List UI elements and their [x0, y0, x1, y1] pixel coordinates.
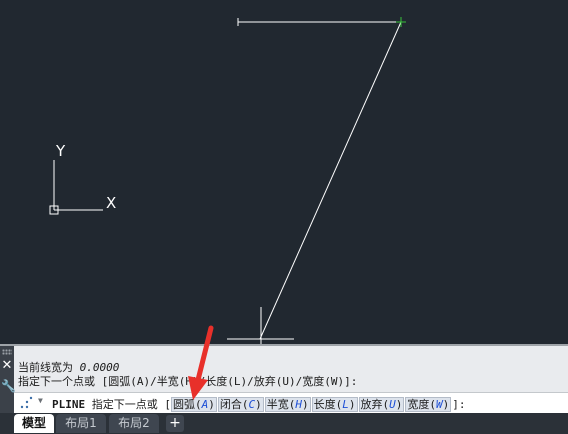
grip-dots-icon: [2, 349, 12, 355]
option-length[interactable]: 长度(L): [311, 397, 358, 412]
add-layout-button[interactable]: +: [166, 415, 184, 432]
command-line-icon: [20, 396, 33, 409]
command-prompt-text: 指定下一点或 [: [85, 398, 171, 411]
command-name: PLINE: [52, 398, 86, 411]
command-prompt-end: ]:: [452, 398, 466, 411]
layout-tabs-bar: 模型 布局1 布局2 +: [0, 413, 568, 434]
wrench-icon[interactable]: 🔧: [1, 379, 16, 393]
green-grip-marker[interactable]: [396, 17, 406, 27]
axis-x-label: X: [106, 194, 116, 212]
crosshair-cursor: [227, 307, 294, 344]
option-undo[interactable]: 放弃(U): [358, 397, 405, 412]
option-width[interactable]: 宽度(W): [405, 397, 452, 412]
drawing-canvas[interactable]: Y X: [0, 0, 568, 344]
close-icon[interactable]: ✕: [1, 359, 13, 373]
axis-y-label: Y: [55, 142, 66, 160]
tab-layout2[interactable]: 布局2: [109, 414, 159, 433]
red-pointer-arrow: [188, 325, 214, 400]
option-halfwidth[interactable]: 半宽(H): [264, 397, 311, 412]
polyline[interactable]: [238, 21, 402, 340]
command-prompt[interactable]: PLINE 指定下一点或 [圆弧(A) 闭合(C) 半宽(H) 长度(L) 放弃(U) 宽…: [52, 396, 466, 412]
ucs-axis-icon: [49, 160, 103, 215]
tab-layout1[interactable]: 布局1: [56, 414, 106, 433]
option-close[interactable]: 闭合(C): [217, 397, 264, 412]
chevron-down-icon[interactable]: ▼: [38, 396, 43, 405]
command-line-panel: ✕ 🔧 当前线宽为 0.0000 指定下一个点或 [圆弧(A)/半宽(H)/长度…: [0, 344, 568, 413]
command-panel-grip[interactable]: ✕ 🔧: [0, 346, 16, 413]
command-input-row[interactable]: ▼ PLINE 指定下一点或 [圆弧(A) 闭合(C) 半宽(H) 长度(L) 放弃(U…: [14, 392, 568, 413]
polyline-segment-diagonal[interactable]: [259, 21, 402, 340]
tab-model[interactable]: 模型: [14, 414, 54, 433]
